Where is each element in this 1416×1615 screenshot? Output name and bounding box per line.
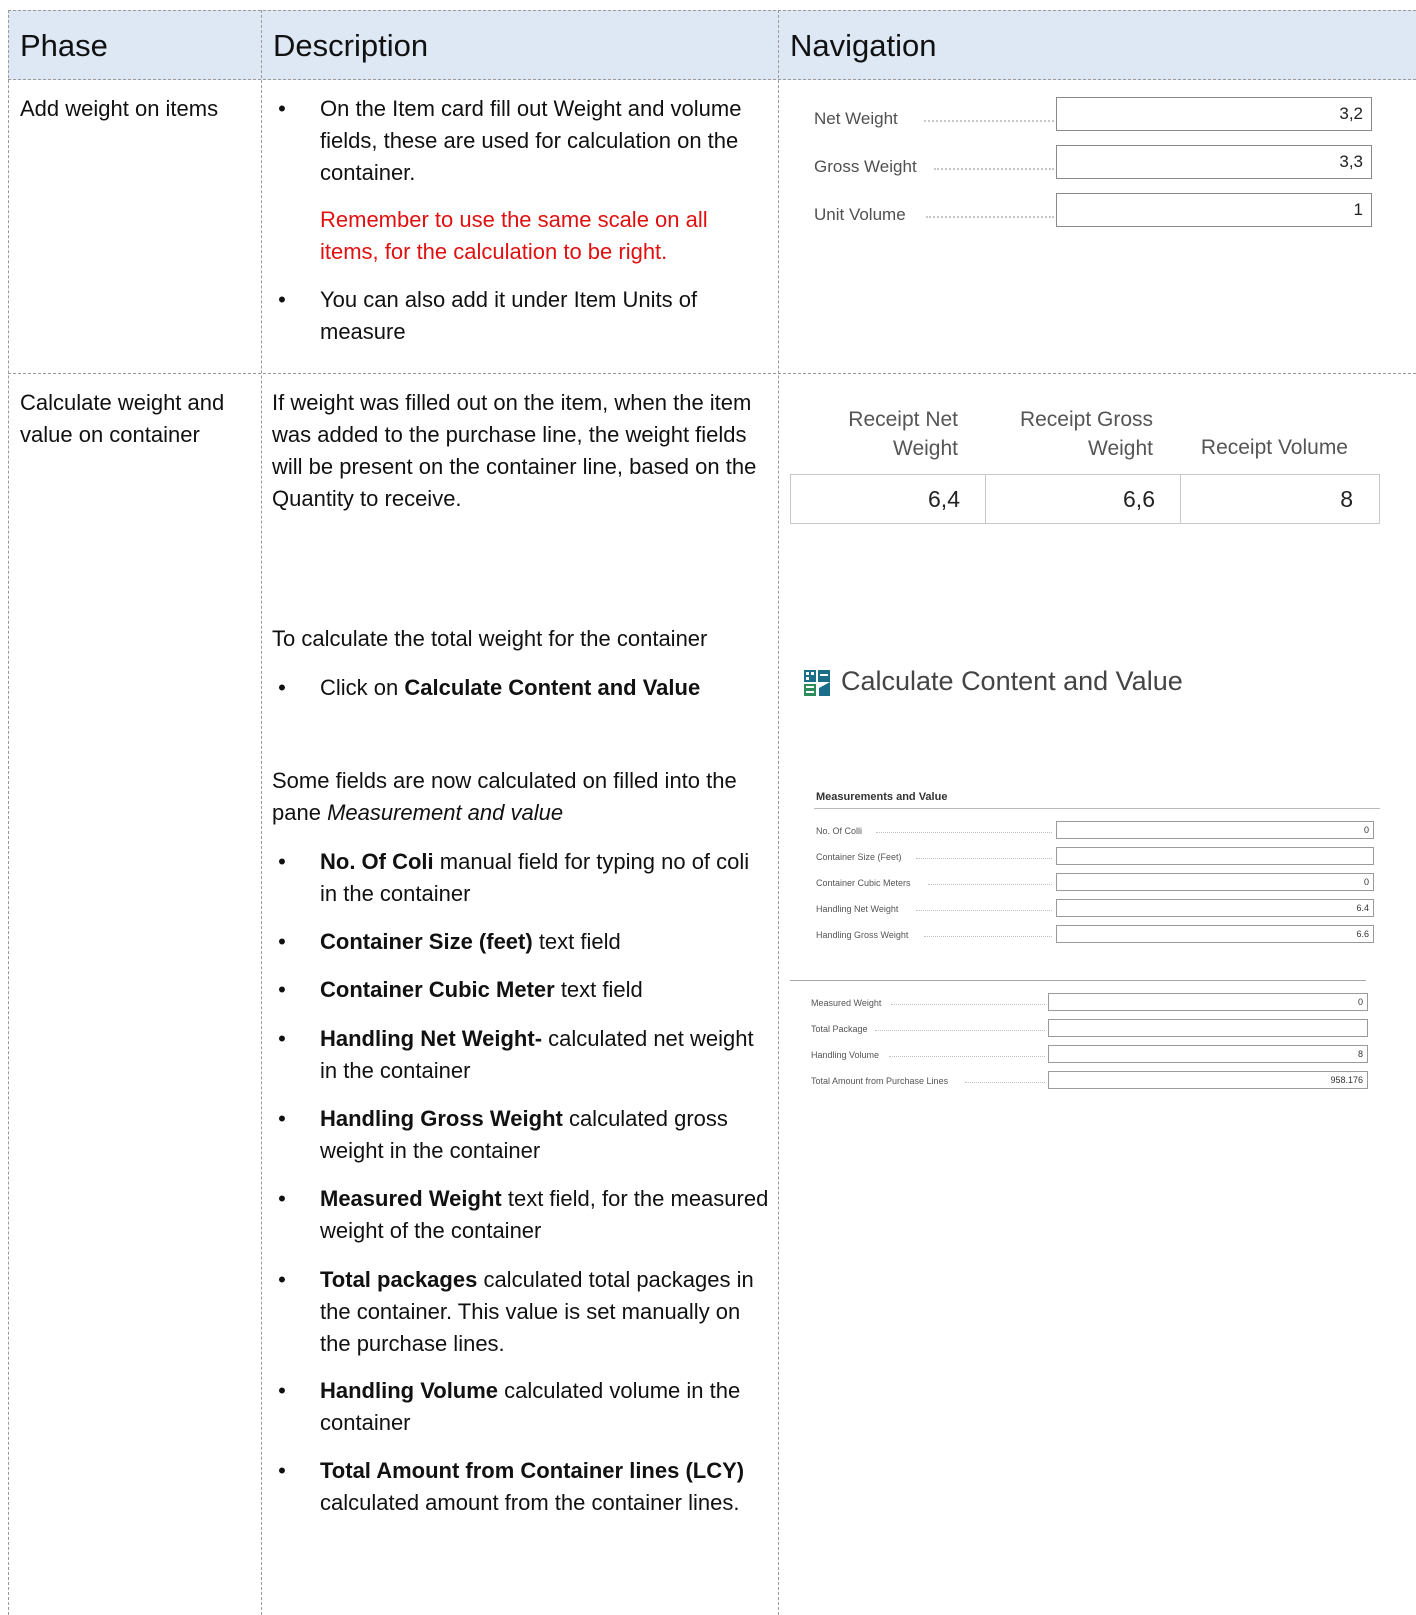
list-item: • Handling Volume calculated volume in t… [278,1378,741,1435]
header-phase: Phase [20,28,108,63]
row2-para-2: To calculate the total weight for the co… [272,626,708,651]
pane-title-rule [814,808,1380,809]
handling-volume-input[interactable]: 8 [1048,1045,1368,1063]
handling-volume-field: Handling Volume 8 [811,1045,1376,1064]
header-divider [8,79,1416,80]
bullet-dot: • [278,287,286,312]
receipt-cell-divider [1180,474,1181,524]
receipt-volume-value: 8 [1340,486,1353,512]
pane-separator [790,980,1366,981]
pane-title: Measurements and Value [816,791,948,803]
receipt-net-weight-value: 6,4 [928,486,960,512]
field-leader [926,216,1054,218]
net-weight-input[interactable]: 3,2 [1056,97,1372,131]
field-leader [934,168,1054,170]
calculate-icon [803,668,833,703]
total-package-field: Total Package [811,1019,1376,1038]
list-item: • Total packages calculated total packag… [278,1267,754,1356]
list-item: • Total Amount from Container lines (LCY… [278,1458,745,1515]
row1-warning: Remember to use the same scale on all it… [320,207,708,264]
total-amount-field: Total Amount from Purchase Lines 958.176 [811,1071,1376,1090]
row2-para-1: If weight was filled out on the item, wh… [272,390,757,511]
calculate-action-label: Calculate Content and Value [841,666,1183,696]
container-cubic-meters-input[interactable]: 0 [1056,873,1374,891]
unit-volume-input[interactable]: 1 [1056,193,1372,227]
header-description: Description [273,28,429,63]
measured-weight-field: Measured Weight 0 [811,993,1376,1012]
list-item: • Handling Net Weight- calculated net we… [278,1026,754,1083]
bullet-dot: • [278,96,286,121]
no-of-colli-input[interactable]: 0 [1056,821,1374,839]
list-item: • Container Size (feet) text field [278,929,621,954]
receipt-net-weight-header: Receipt Net Weight [848,408,958,460]
total-amount-input[interactable]: 958.176 [1048,1071,1368,1089]
row1-phase: Add weight on items [20,96,219,121]
handling-gross-weight-field: Handling Gross Weight 6.6 [816,925,1376,944]
receipt-gross-weight-header: Receipt Gross Weight [1019,408,1153,460]
handling-net-weight-input[interactable]: 6.4 [1056,899,1374,917]
list-item: • Handling Gross Weight calculated gross… [278,1106,728,1163]
row2-para-3: Some fields are now calculated on filled… [272,768,737,825]
measured-weight-input[interactable]: 0 [1048,993,1368,1011]
row2-phase: Calculate weight and value on container [20,390,225,447]
gross-weight-field: Gross Weight 3,3 [814,145,1374,179]
row1-bullet-1: • On the Item card fill out Weight and v… [272,93,772,193]
net-weight-field: Net Weight 3,2 [814,97,1374,131]
column-divider-1 [261,10,262,1615]
gross-weight-input[interactable]: 3,3 [1056,145,1372,179]
receipt-cell-divider [985,474,986,524]
table-border-left [8,10,9,1615]
row-divider [8,373,1416,374]
document-table: Phase Description Navigation Add weight … [8,10,1416,1615]
list-item: • Measured Weight text field, for the me… [278,1186,769,1243]
receipt-volume-header: Receipt Volume [1200,436,1348,459]
no-of-colli-field: No. Of Colli 0 [816,821,1376,840]
container-cubic-meters-field: Container Cubic Meters 0 [816,873,1376,892]
header-navigation: Navigation [790,28,937,63]
bullet-dot: • [278,675,286,700]
handling-net-weight-field: Handling Net Weight 6.4 [816,899,1376,918]
list-item: • Container Cubic Meter text field [278,977,643,1002]
unit-volume-field: Unit Volume 1 [814,193,1374,227]
container-size-field: Container Size (Feet) [816,847,1376,866]
total-package-input[interactable] [1048,1019,1368,1037]
container-size-input[interactable] [1056,847,1374,865]
receipt-gross-weight-value: 6,6 [1123,486,1155,512]
row1-bullet-2: • You can also add it under Item Units o… [272,284,772,354]
column-divider-2 [778,10,779,1615]
table-header [8,10,1416,80]
field-leader [924,120,1054,122]
table-border-top [8,10,1416,11]
list-item: • No. Of Coli manual field for typing no… [278,849,750,906]
handling-gross-weight-input[interactable]: 6.6 [1056,925,1374,943]
row2-click-bullet: • Click on Calculate Content and Value [272,672,772,706]
